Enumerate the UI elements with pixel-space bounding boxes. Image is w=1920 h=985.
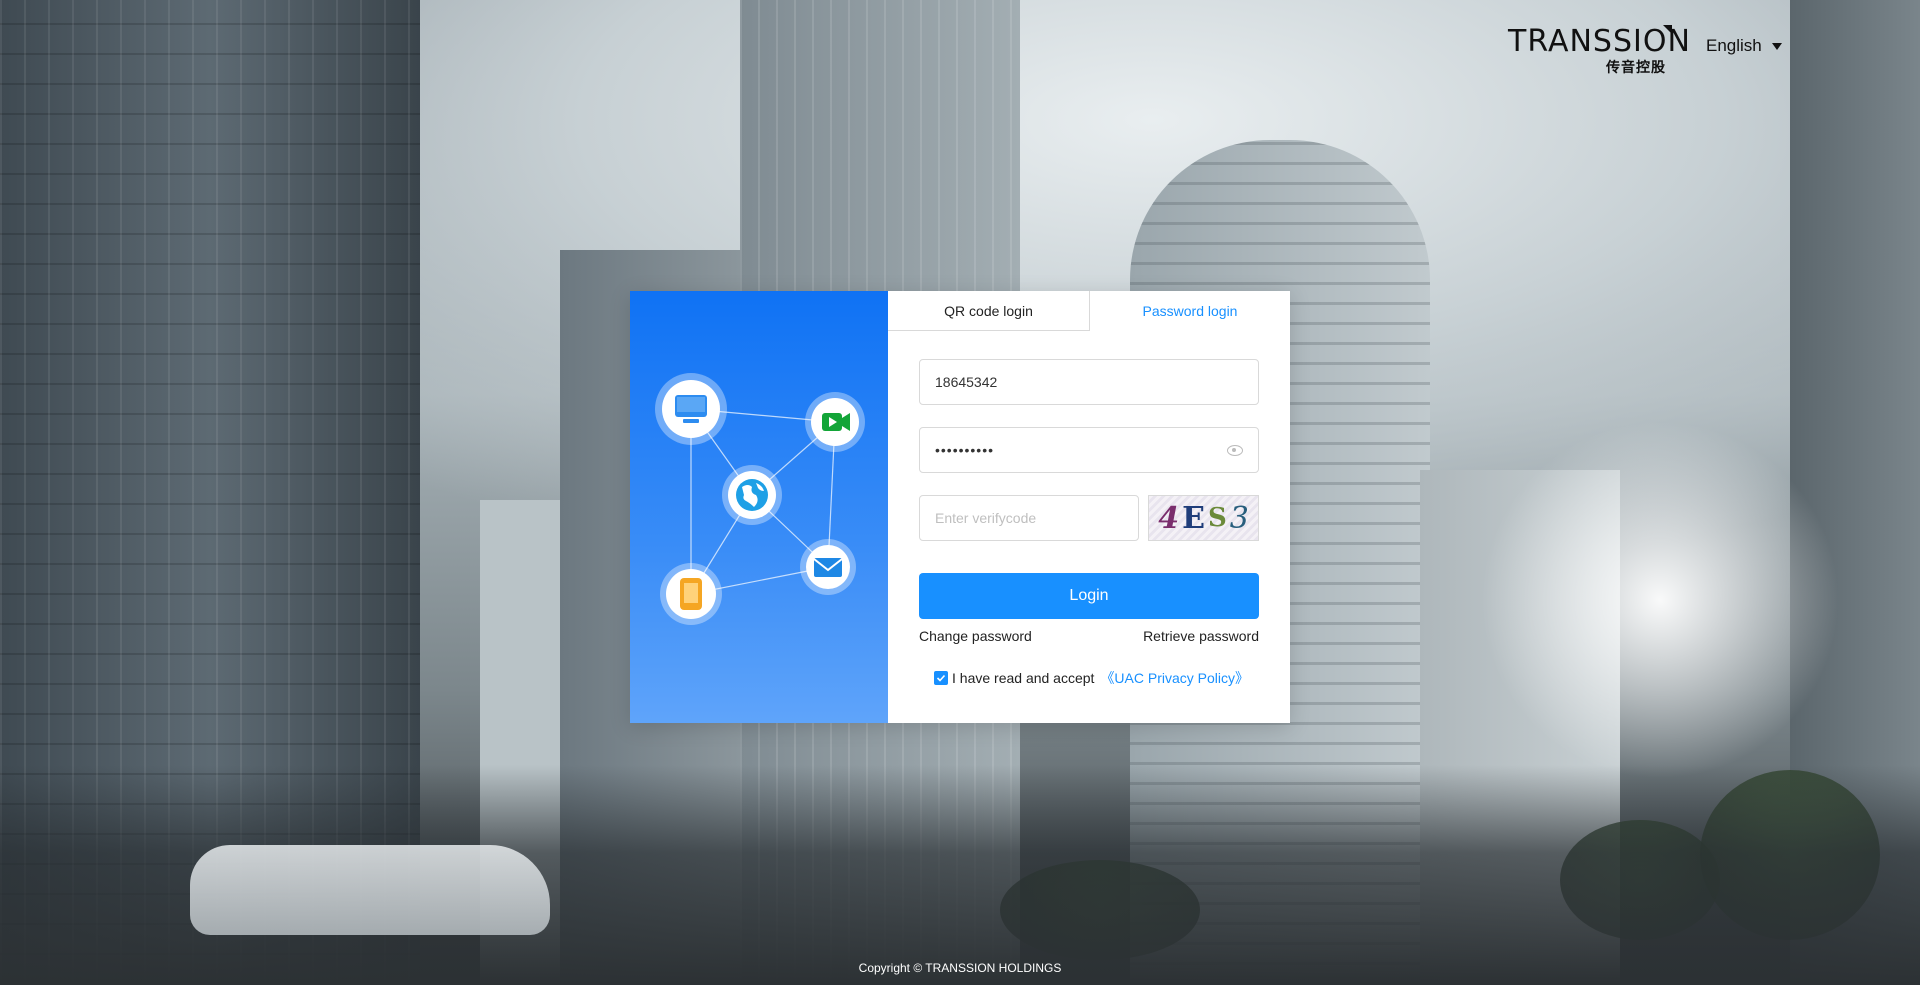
tab-password-login[interactable]: Password login: [1090, 291, 1290, 331]
logo-text: TRANSSION: [1508, 24, 1691, 59]
tab-qr-code-login[interactable]: QR code login: [888, 291, 1090, 331]
mail-icon: [800, 539, 856, 595]
caret-down-icon: [1771, 42, 1782, 50]
username-field[interactable]: [919, 359, 1259, 405]
login-card: QR code login Password login 4 E S 3 Log…: [630, 291, 1290, 723]
change-password-link[interactable]: Change password: [919, 628, 1032, 644]
captcha-char: E: [1182, 500, 1205, 536]
captcha-char: 4: [1158, 500, 1180, 536]
video-icon: [805, 392, 865, 452]
captcha-char: S: [1207, 503, 1227, 533]
check-icon: [936, 674, 946, 682]
privacy-policy-link[interactable]: 《UAC Privacy Policy》: [1100, 668, 1249, 688]
captcha-char: 3: [1229, 500, 1249, 536]
globe-icon: [722, 465, 782, 525]
promo-illustration: [630, 291, 888, 723]
monitor-icon: [655, 373, 727, 445]
username-input[interactable]: [935, 374, 1243, 390]
eye-icon[interactable]: [1227, 444, 1243, 456]
agree-text: I have read and accept: [952, 670, 1095, 686]
captcha-image[interactable]: 4 E S 3: [1148, 495, 1259, 541]
login-button[interactable]: Login: [919, 573, 1259, 619]
login-panel: QR code login Password login 4 E S 3 Log…: [888, 291, 1290, 723]
verifycode-input[interactable]: [935, 510, 1123, 526]
password-links: Change password Retrieve password: [919, 628, 1259, 644]
transsion-logo: TRANSSION 传音控股: [1508, 24, 1691, 76]
language-selector[interactable]: English: [1706, 36, 1782, 56]
password-input[interactable]: [935, 442, 1227, 458]
privacy-agreement: I have read and accept 《UAC Privacy Poli…: [934, 668, 1249, 688]
login-tabs: QR code login Password login: [888, 291, 1290, 331]
agree-checkbox[interactable]: [934, 671, 948, 685]
retrieve-password-link[interactable]: Retrieve password: [1143, 628, 1259, 644]
password-field[interactable]: [919, 427, 1259, 473]
logo-subtext: 传音控股: [1606, 59, 1666, 75]
network-illustration: [655, 373, 865, 625]
footer-copyright: Copyright © TRANSSION HOLDINGS: [858, 961, 1062, 975]
language-label: English: [1706, 36, 1762, 55]
mobile-icon: [660, 563, 722, 625]
verifycode-field[interactable]: [919, 495, 1139, 541]
